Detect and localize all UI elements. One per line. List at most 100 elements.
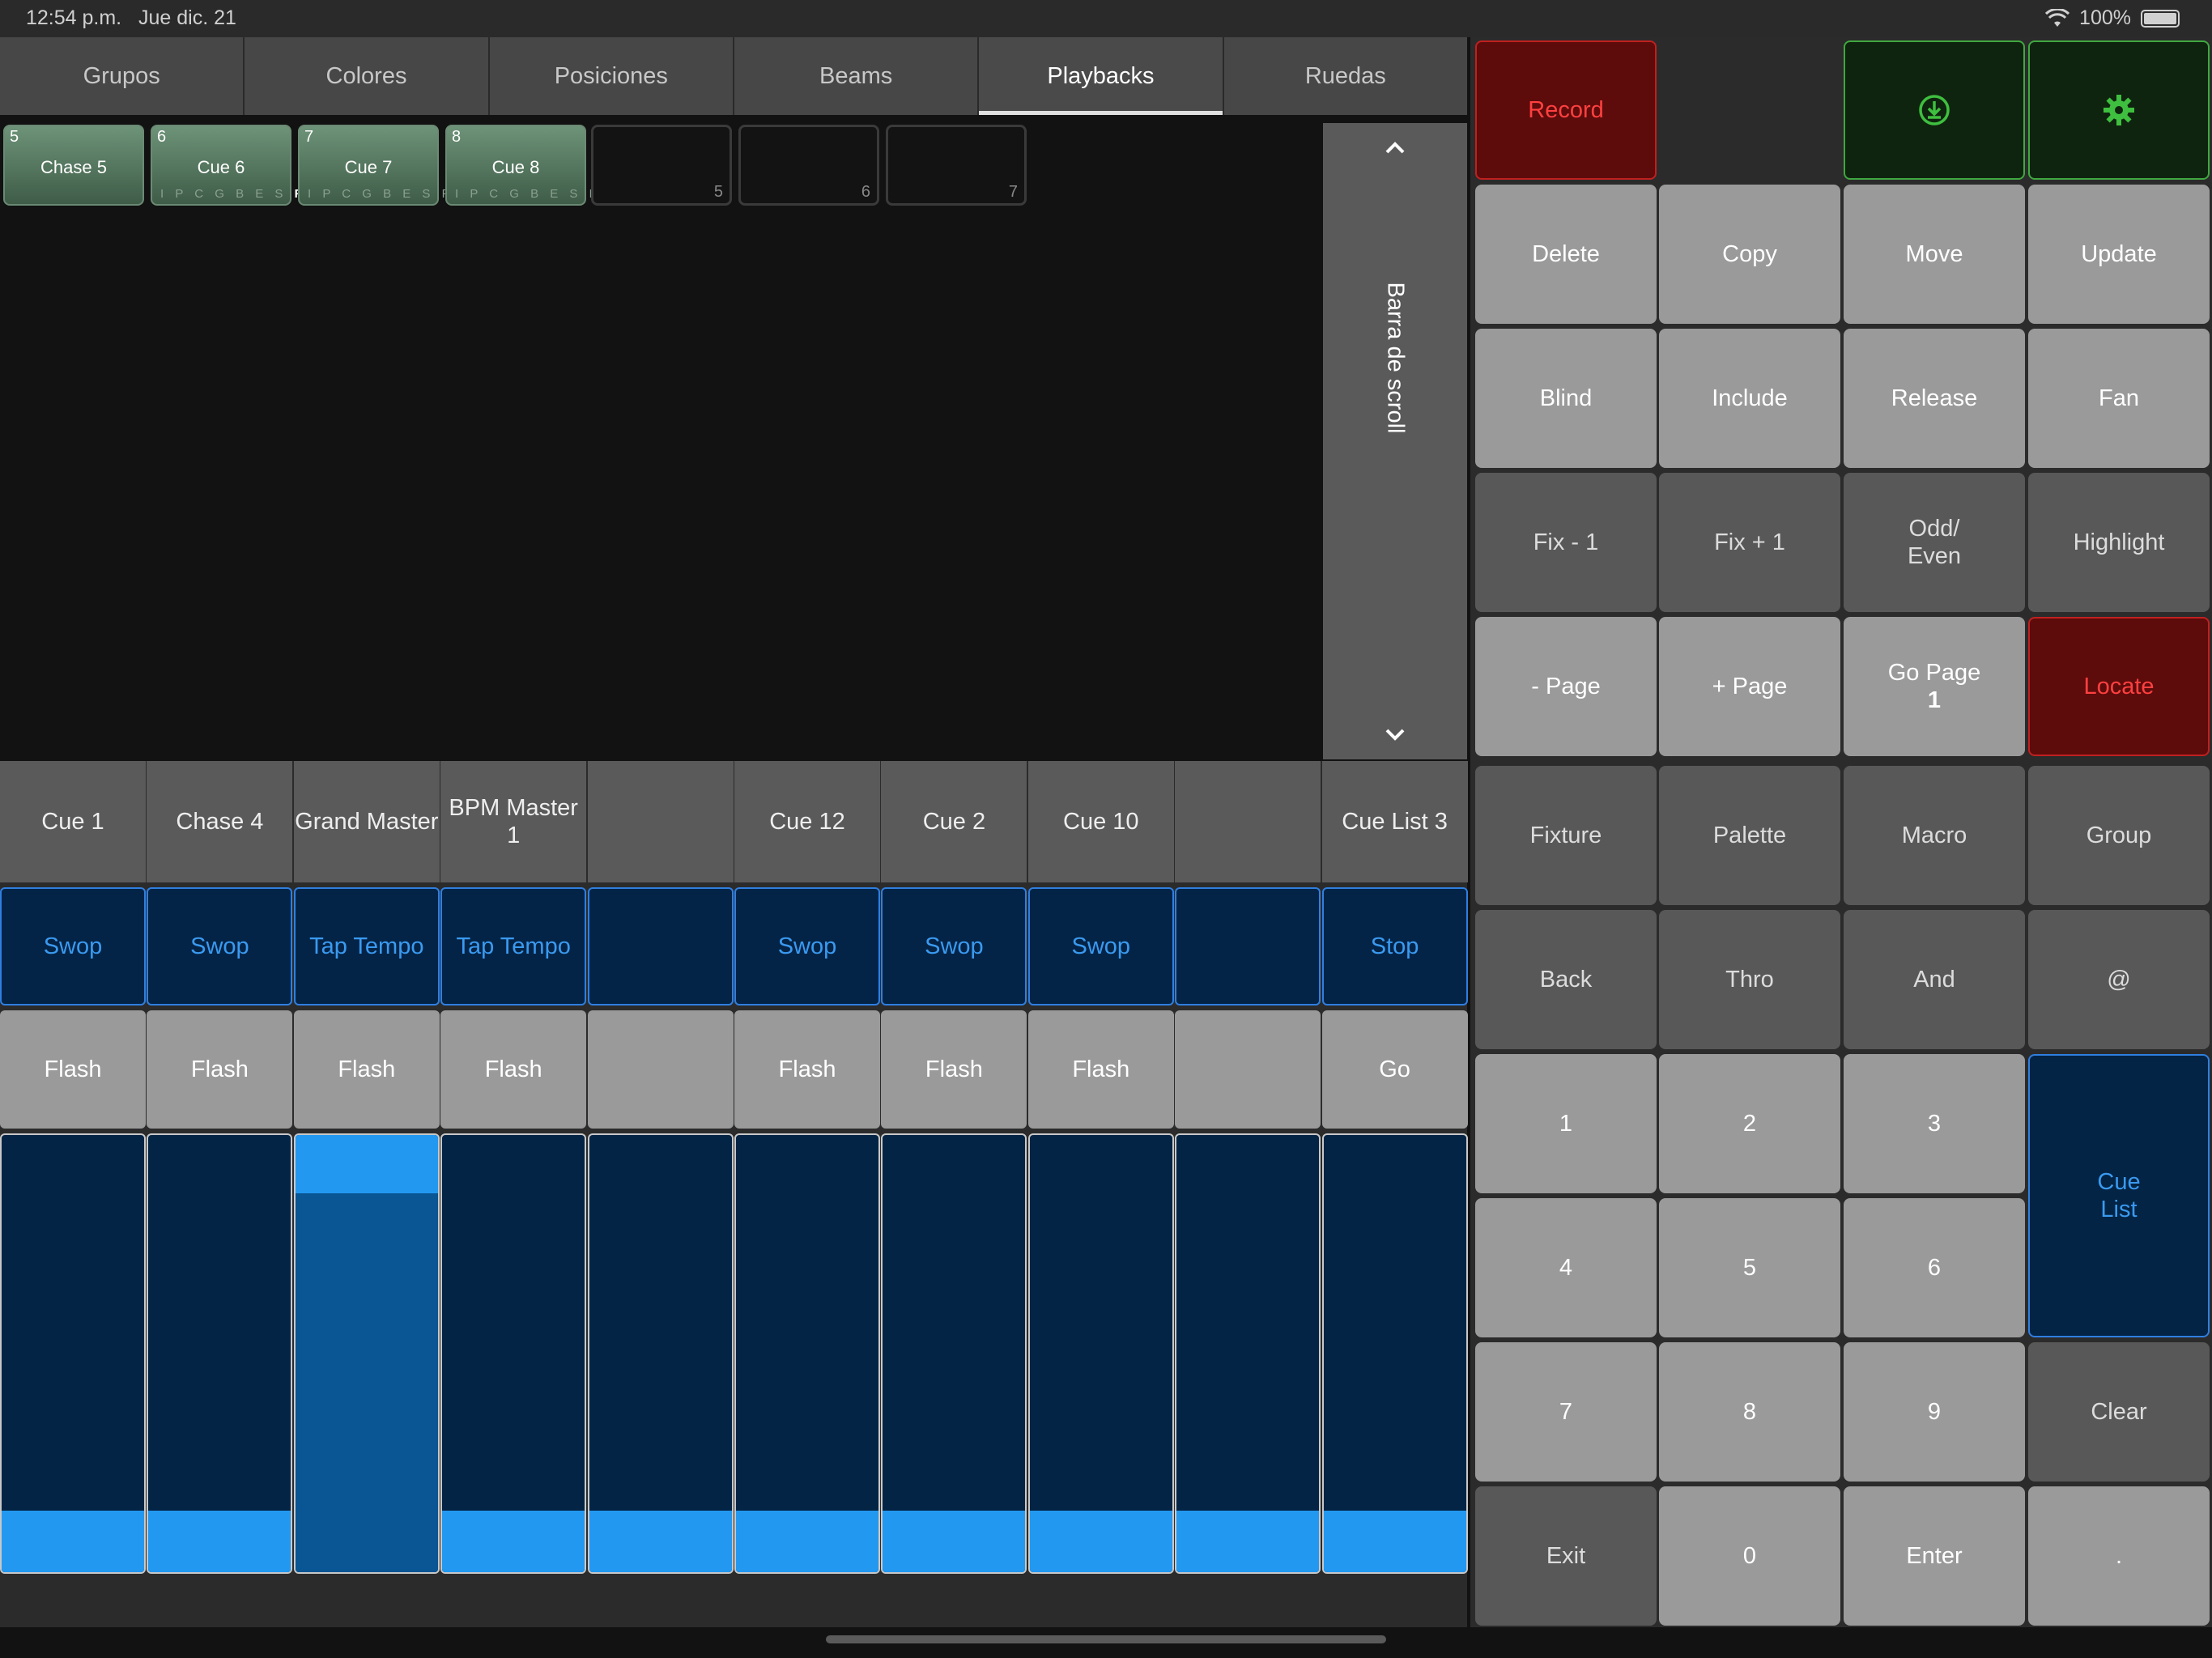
fader-handle[interactable] xyxy=(2,1511,144,1572)
move-button[interactable]: Move xyxy=(1844,185,2025,324)
key-3-button[interactable]: 3 xyxy=(1844,1054,2025,1193)
playback-flash-button[interactable]: Flash xyxy=(147,1010,293,1129)
key-7-button[interactable]: 7 xyxy=(1475,1342,1657,1482)
playback-fader[interactable] xyxy=(293,1133,440,1574)
record-button[interactable]: Record xyxy=(1475,40,1657,180)
cue-list-button[interactable]: Cue List xyxy=(2028,1054,2210,1337)
tab-colores[interactable]: Colores xyxy=(245,37,490,115)
clear-button[interactable]: Clear xyxy=(2028,1342,2210,1482)
playback-fader[interactable] xyxy=(1027,1133,1174,1574)
playback-flash-button[interactable] xyxy=(587,1010,734,1129)
playback-swop-button[interactable]: Tap Tempo xyxy=(293,887,440,1005)
key-4-button[interactable]: 4 xyxy=(1475,1198,1657,1337)
macro-button[interactable]: Macro xyxy=(1844,766,2025,905)
fader-handle[interactable] xyxy=(736,1511,878,1572)
dot-button[interactable]: . xyxy=(2028,1486,2210,1626)
fix-minus-button[interactable]: Fix - 1 xyxy=(1475,473,1657,612)
playback-swop-button[interactable]: Tap Tempo xyxy=(440,887,587,1005)
key-8-button[interactable]: 8 xyxy=(1659,1342,1840,1482)
cue-button[interactable]: 8 Cue 8 I P C G B E S FX xyxy=(445,125,609,206)
at-button[interactable]: @ xyxy=(2028,910,2210,1049)
playback-fader[interactable] xyxy=(881,1133,1027,1574)
key-5-button[interactable]: 5 xyxy=(1659,1198,1840,1337)
playback-fader[interactable] xyxy=(587,1133,734,1574)
fix-plus-button[interactable]: Fix + 1 xyxy=(1659,473,1840,612)
fader-handle[interactable] xyxy=(442,1511,585,1572)
tab-playbacks[interactable]: Playbacks xyxy=(979,37,1224,115)
fader-handle[interactable] xyxy=(1029,1511,1172,1572)
key-1-button[interactable]: 1 xyxy=(1475,1054,1657,1193)
exit-button[interactable]: Exit xyxy=(1475,1486,1657,1626)
update-button[interactable]: Update xyxy=(2028,185,2210,324)
key-6-button[interactable]: 6 xyxy=(1844,1198,2025,1337)
thro-button[interactable]: Thro xyxy=(1659,910,1840,1049)
playback-flash-button[interactable]: Flash xyxy=(293,1010,440,1129)
blind-button[interactable]: Blind xyxy=(1475,329,1657,468)
back-button[interactable]: Back xyxy=(1475,910,1657,1049)
fader-handle[interactable] xyxy=(883,1511,1026,1572)
palette-button[interactable]: Palette xyxy=(1659,766,1840,905)
playback-fader[interactable] xyxy=(147,1133,293,1574)
tab-grupos[interactable]: Grupos xyxy=(0,37,245,115)
enter-button[interactable]: Enter xyxy=(1844,1486,2025,1626)
playback-fader[interactable] xyxy=(1321,1133,1468,1574)
fan-button[interactable]: Fan xyxy=(2028,329,2210,468)
playback-flash-button[interactable]: Go xyxy=(1321,1010,1468,1129)
fader-handle[interactable] xyxy=(1323,1511,1466,1572)
delete-button[interactable]: Delete xyxy=(1475,185,1657,324)
tab-ruedas[interactable]: Ruedas xyxy=(1223,37,1467,115)
fader-handle[interactable] xyxy=(148,1511,291,1572)
playback-swop-button[interactable] xyxy=(1175,887,1321,1005)
playback-flash-button[interactable]: Flash xyxy=(440,1010,587,1129)
copy-button[interactable]: Copy xyxy=(1659,185,1840,324)
playback-swop-button[interactable]: Swop xyxy=(0,887,146,1005)
playback-flash-button[interactable]: Flash xyxy=(0,1010,146,1129)
playback-swop-button[interactable]: Stop xyxy=(1321,887,1468,1005)
playback-fader[interactable] xyxy=(1175,1133,1321,1574)
scroll-up-button[interactable] xyxy=(1323,123,1467,172)
playback-fader[interactable] xyxy=(0,1133,146,1574)
key-2-button[interactable]: 2 xyxy=(1659,1054,1840,1193)
download-button[interactable] xyxy=(1844,40,2025,180)
cue-button[interactable]: 7 Cue 7 I P C G B E S FX xyxy=(298,125,462,206)
fixture-button[interactable]: Fixture xyxy=(1475,766,1657,905)
group-button[interactable]: Group xyxy=(2028,766,2210,905)
playback-flash-button[interactable] xyxy=(1175,1010,1321,1129)
page-plus-button[interactable]: + Page xyxy=(1659,617,1840,756)
odd-even-button[interactable]: Odd/ Even xyxy=(1844,473,2025,612)
page-minus-button[interactable]: - Page xyxy=(1475,617,1657,756)
tab-posiciones[interactable]: Posiciones xyxy=(489,37,734,115)
playback-swop-button[interactable]: Swop xyxy=(147,887,293,1005)
settings-button[interactable] xyxy=(2028,40,2210,180)
highlight-button[interactable]: Highlight xyxy=(2028,473,2210,612)
key-9-button[interactable]: 9 xyxy=(1844,1342,2025,1482)
cue-button[interactable]: 6 Cue 6 I P C G B E S FX xyxy=(151,125,311,206)
scroll-bar[interactable]: Barra de scroll xyxy=(1323,123,1467,759)
go-page-button[interactable]: Go Page 1 xyxy=(1844,617,2025,756)
fader-handle[interactable] xyxy=(589,1511,732,1572)
release-button[interactable]: Release xyxy=(1844,329,2025,468)
playback-flash-button[interactable]: Flash xyxy=(1027,1010,1174,1129)
empty-cue-slot[interactable]: 6 xyxy=(738,125,879,206)
playback-flash-button[interactable]: Flash xyxy=(881,1010,1027,1129)
tab-beams[interactable]: Beams xyxy=(734,37,980,115)
key-0-button[interactable]: 0 xyxy=(1659,1486,1840,1626)
locate-button[interactable]: Locate xyxy=(2028,617,2210,756)
playback-swop-button[interactable]: Swop xyxy=(734,887,880,1005)
fader-handle[interactable] xyxy=(295,1135,438,1193)
scroll-down-button[interactable] xyxy=(1323,711,1467,759)
tab-bar: Grupos Colores Posiciones Beams Playback… xyxy=(0,37,1467,115)
fader-handle[interactable] xyxy=(1176,1511,1320,1572)
empty-cue-slot[interactable]: 5 xyxy=(591,125,732,206)
cue-button[interactable]: 5 Chase 5 xyxy=(3,125,144,206)
include-button[interactable]: Include xyxy=(1659,329,1840,468)
home-indicator[interactable] xyxy=(826,1635,1386,1643)
empty-cue-slot[interactable]: 7 xyxy=(886,125,1027,206)
playback-swop-button[interactable] xyxy=(587,887,734,1005)
playback-fader[interactable] xyxy=(734,1133,880,1574)
playback-swop-button[interactable]: Swop xyxy=(881,887,1027,1005)
playback-fader[interactable] xyxy=(440,1133,587,1574)
playback-swop-button[interactable]: Swop xyxy=(1027,887,1174,1005)
playback-flash-button[interactable]: Flash xyxy=(734,1010,880,1129)
and-button[interactable]: And xyxy=(1844,910,2025,1049)
